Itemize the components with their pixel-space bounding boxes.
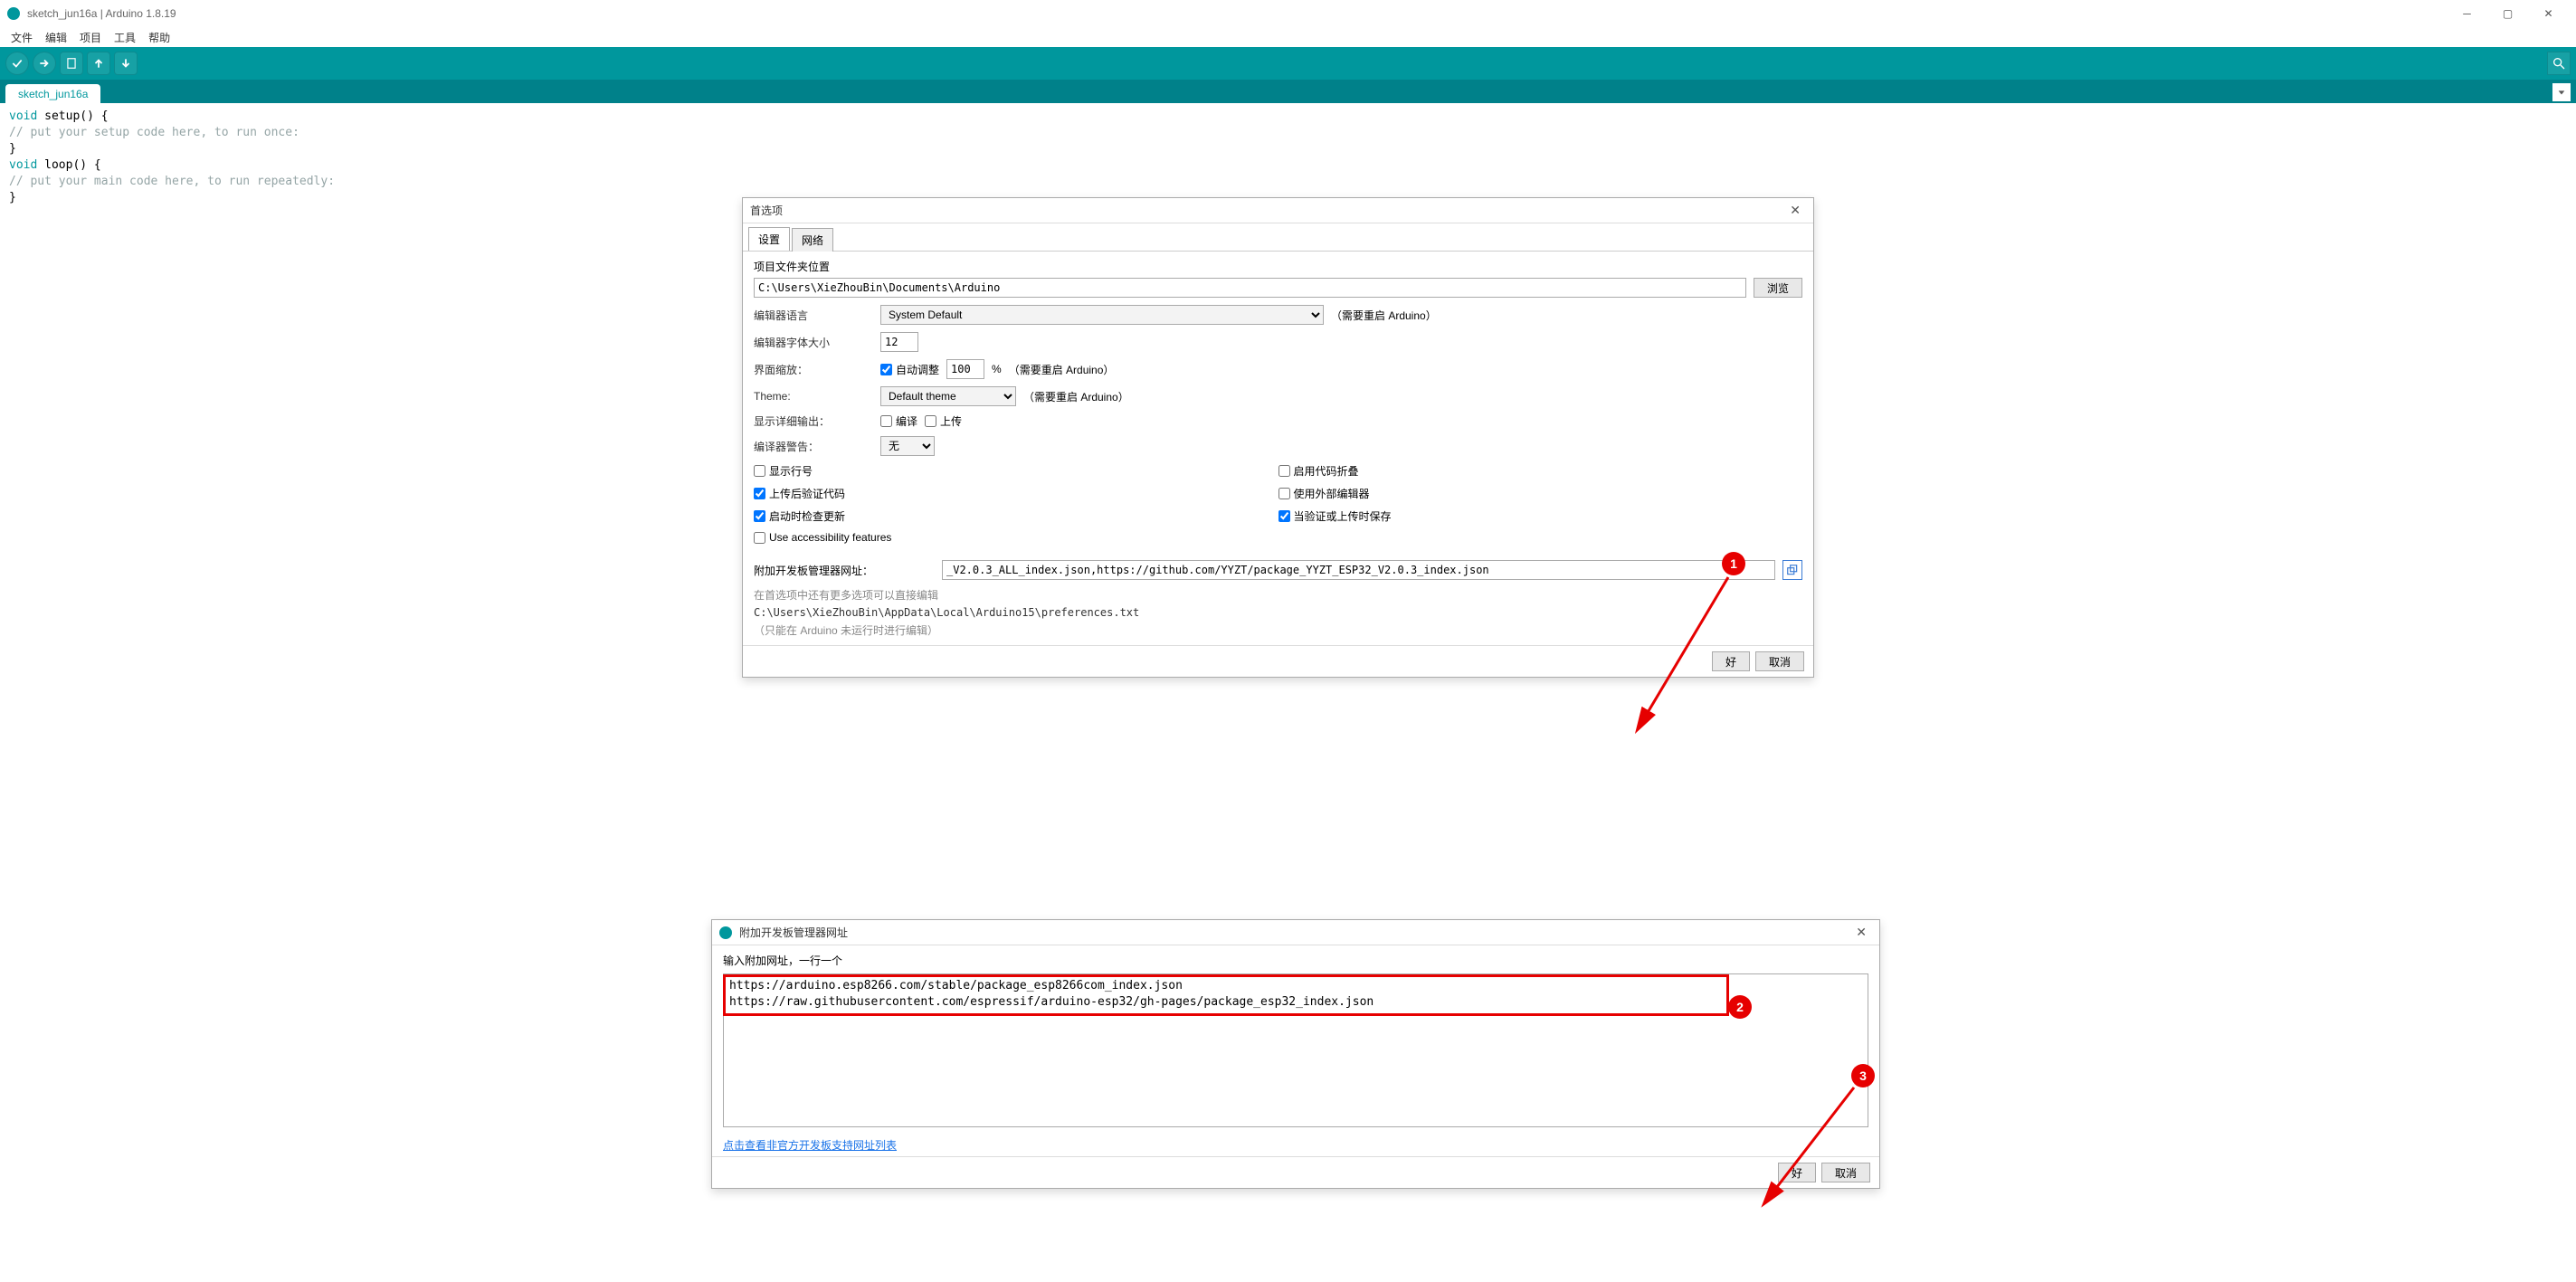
fontsize-input[interactable] bbox=[880, 332, 918, 352]
boards-url-expand-button[interactable] bbox=[1782, 560, 1802, 580]
dialog-titlebar: 附加开发板管理器网址 ✕ bbox=[712, 920, 1879, 945]
scale-percent: % bbox=[992, 363, 1002, 375]
arrow-right-icon bbox=[38, 57, 51, 70]
code-line: void bbox=[9, 158, 37, 172]
url-hint: 输入附加网址，一行一个 bbox=[723, 953, 1868, 968]
code-line: loop() { bbox=[37, 158, 100, 172]
file-icon bbox=[65, 57, 78, 70]
restart-note: （需要重启 Arduino） bbox=[1023, 389, 1129, 404]
dialog-close-button[interactable]: ✕ bbox=[1784, 203, 1806, 218]
window-titlebar: sketch_jun16a | Arduino 1.8.19 ─ ▢ ✕ bbox=[0, 0, 2576, 27]
window-close-button[interactable]: ✕ bbox=[2528, 0, 2569, 27]
scale-label: 界面缩放： bbox=[754, 362, 873, 377]
unofficial-boards-link[interactable]: 点击查看非官方开发板支持网址列表 bbox=[723, 1139, 897, 1152]
toolbar bbox=[0, 47, 2576, 80]
code-editor[interactable]: void setup() { // put your setup code he… bbox=[0, 103, 2576, 212]
sketchbook-label: 项目文件夹位置 bbox=[754, 259, 1802, 274]
dialog-title: 首选项 bbox=[750, 203, 1784, 218]
cancel-button[interactable]: 取消 bbox=[1755, 651, 1804, 671]
restart-note: （需要重启 Arduino） bbox=[1009, 362, 1115, 377]
menu-edit[interactable]: 编辑 bbox=[40, 28, 72, 47]
preferences-dialog: 首选项 ✕ 设置 网络 项目文件夹位置 浏览 编辑器语言 System Defa… bbox=[742, 197, 1814, 678]
dialog-close-button[interactable]: ✕ bbox=[1850, 925, 1872, 940]
prefs-file-path: C:\Users\XieZhouBin\AppData\Local\Arduin… bbox=[754, 606, 1802, 619]
save-on-verify-checkbox[interactable]: 当验证或上传时保存 bbox=[1278, 508, 1803, 524]
window-icon bbox=[1786, 564, 1799, 576]
boards-url-dialog: 附加开发板管理器网址 ✕ 输入附加网址，一行一个 点击查看非官方开发板支持网址列… bbox=[711, 919, 1880, 1189]
tab-settings[interactable]: 设置 bbox=[748, 227, 790, 251]
window-minimize-button[interactable]: ─ bbox=[2447, 0, 2487, 27]
arduino-app-icon bbox=[7, 7, 20, 20]
browse-button[interactable]: 浏览 bbox=[1754, 278, 1802, 298]
warnings-label: 编译器警告： bbox=[754, 439, 873, 454]
dialog-tabs: 设置 网络 bbox=[743, 223, 1813, 252]
external-editor-checkbox[interactable]: 使用外部编辑器 bbox=[1278, 486, 1803, 501]
tab-menu-button[interactable] bbox=[2552, 83, 2571, 101]
code-line: void bbox=[9, 109, 37, 123]
verbose-upload-checkbox[interactable]: 上传 bbox=[925, 413, 962, 429]
urls-textarea[interactable] bbox=[723, 973, 1868, 1127]
accessibility-checkbox[interactable]: Use accessibility features bbox=[754, 531, 1278, 544]
linenum-checkbox[interactable]: 显示行号 bbox=[754, 463, 1278, 479]
upload-button[interactable] bbox=[33, 52, 56, 75]
code-line: setup() { bbox=[37, 109, 108, 123]
menu-file[interactable]: 文件 bbox=[5, 28, 38, 47]
save-sketch-button[interactable] bbox=[114, 52, 138, 75]
window-title: sketch_jun16a | Arduino 1.8.19 bbox=[27, 7, 2447, 20]
verbose-compile-checkbox[interactable]: 编译 bbox=[880, 413, 917, 429]
warnings-select[interactable]: 无 bbox=[880, 436, 935, 456]
arduino-app-icon bbox=[719, 926, 732, 939]
verify-after-upload-checkbox[interactable]: 上传后验证代码 bbox=[754, 486, 1278, 501]
boards-url-input[interactable] bbox=[942, 560, 1775, 580]
auto-scale-checkbox[interactable]: 自动调整 bbox=[880, 362, 939, 377]
window-maximize-button[interactable]: ▢ bbox=[2487, 0, 2528, 27]
chevron-down-icon bbox=[2557, 88, 2566, 97]
sketch-tab[interactable]: sketch_jun16a bbox=[5, 84, 100, 103]
tab-strip: sketch_jun16a bbox=[0, 80, 2576, 103]
ok-button[interactable]: 好 bbox=[1778, 1163, 1816, 1182]
dialog-titlebar: 首选项 ✕ bbox=[743, 198, 1813, 223]
theme-label: Theme: bbox=[754, 390, 873, 403]
serial-monitor-button[interactable] bbox=[2547, 52, 2571, 75]
restart-note: （需要重启 Arduino） bbox=[1331, 308, 1437, 323]
code-line: // put your setup code here, to run once… bbox=[9, 125, 2567, 141]
arrow-down-icon bbox=[119, 57, 132, 70]
theme-select[interactable]: Default theme bbox=[880, 386, 1016, 406]
arrow-up-icon bbox=[92, 57, 105, 70]
menu-help[interactable]: 帮助 bbox=[143, 28, 176, 47]
menu-tools[interactable]: 工具 bbox=[109, 28, 141, 47]
ok-button[interactable]: 好 bbox=[1712, 651, 1750, 671]
scale-input[interactable] bbox=[946, 359, 984, 379]
check-icon bbox=[11, 57, 24, 70]
magnifier-icon bbox=[2552, 56, 2566, 71]
boards-url-label: 附加开发板管理器网址： bbox=[754, 563, 935, 578]
verbose-label: 显示详细输出： bbox=[754, 413, 873, 429]
codefold-checkbox[interactable]: 启用代码折叠 bbox=[1278, 463, 1803, 479]
fontsize-label: 编辑器字体大小 bbox=[754, 335, 873, 350]
annotation-bubble-3: 3 bbox=[1851, 1064, 1875, 1087]
code-line: } bbox=[9, 141, 2567, 157]
language-label: 编辑器语言 bbox=[754, 308, 873, 323]
tab-network[interactable]: 网络 bbox=[792, 228, 833, 252]
verify-button[interactable] bbox=[5, 52, 29, 75]
check-updates-checkbox[interactable]: 启动时检查更新 bbox=[754, 508, 1278, 524]
open-sketch-button[interactable] bbox=[87, 52, 110, 75]
menu-project[interactable]: 项目 bbox=[74, 28, 107, 47]
annotation-bubble-2: 2 bbox=[1728, 995, 1752, 1019]
cancel-button[interactable]: 取消 bbox=[1821, 1163, 1870, 1182]
edit-only-note: （只能在 Arduino 未运行时进行编辑） bbox=[754, 622, 1802, 638]
new-sketch-button[interactable] bbox=[60, 52, 83, 75]
annotation-bubble-1: 1 bbox=[1722, 552, 1745, 575]
dialog-title: 附加开发板管理器网址 bbox=[739, 925, 1850, 940]
menu-bar: 文件 编辑 项目 工具 帮助 bbox=[0, 27, 2576, 47]
sketchbook-path-input[interactable] bbox=[754, 278, 1746, 298]
more-options-note: 在首选项中还有更多选项可以直接编辑 bbox=[754, 587, 1802, 603]
code-line: // put your main code here, to run repea… bbox=[9, 174, 2567, 190]
language-select[interactable]: System Default bbox=[880, 305, 1324, 325]
